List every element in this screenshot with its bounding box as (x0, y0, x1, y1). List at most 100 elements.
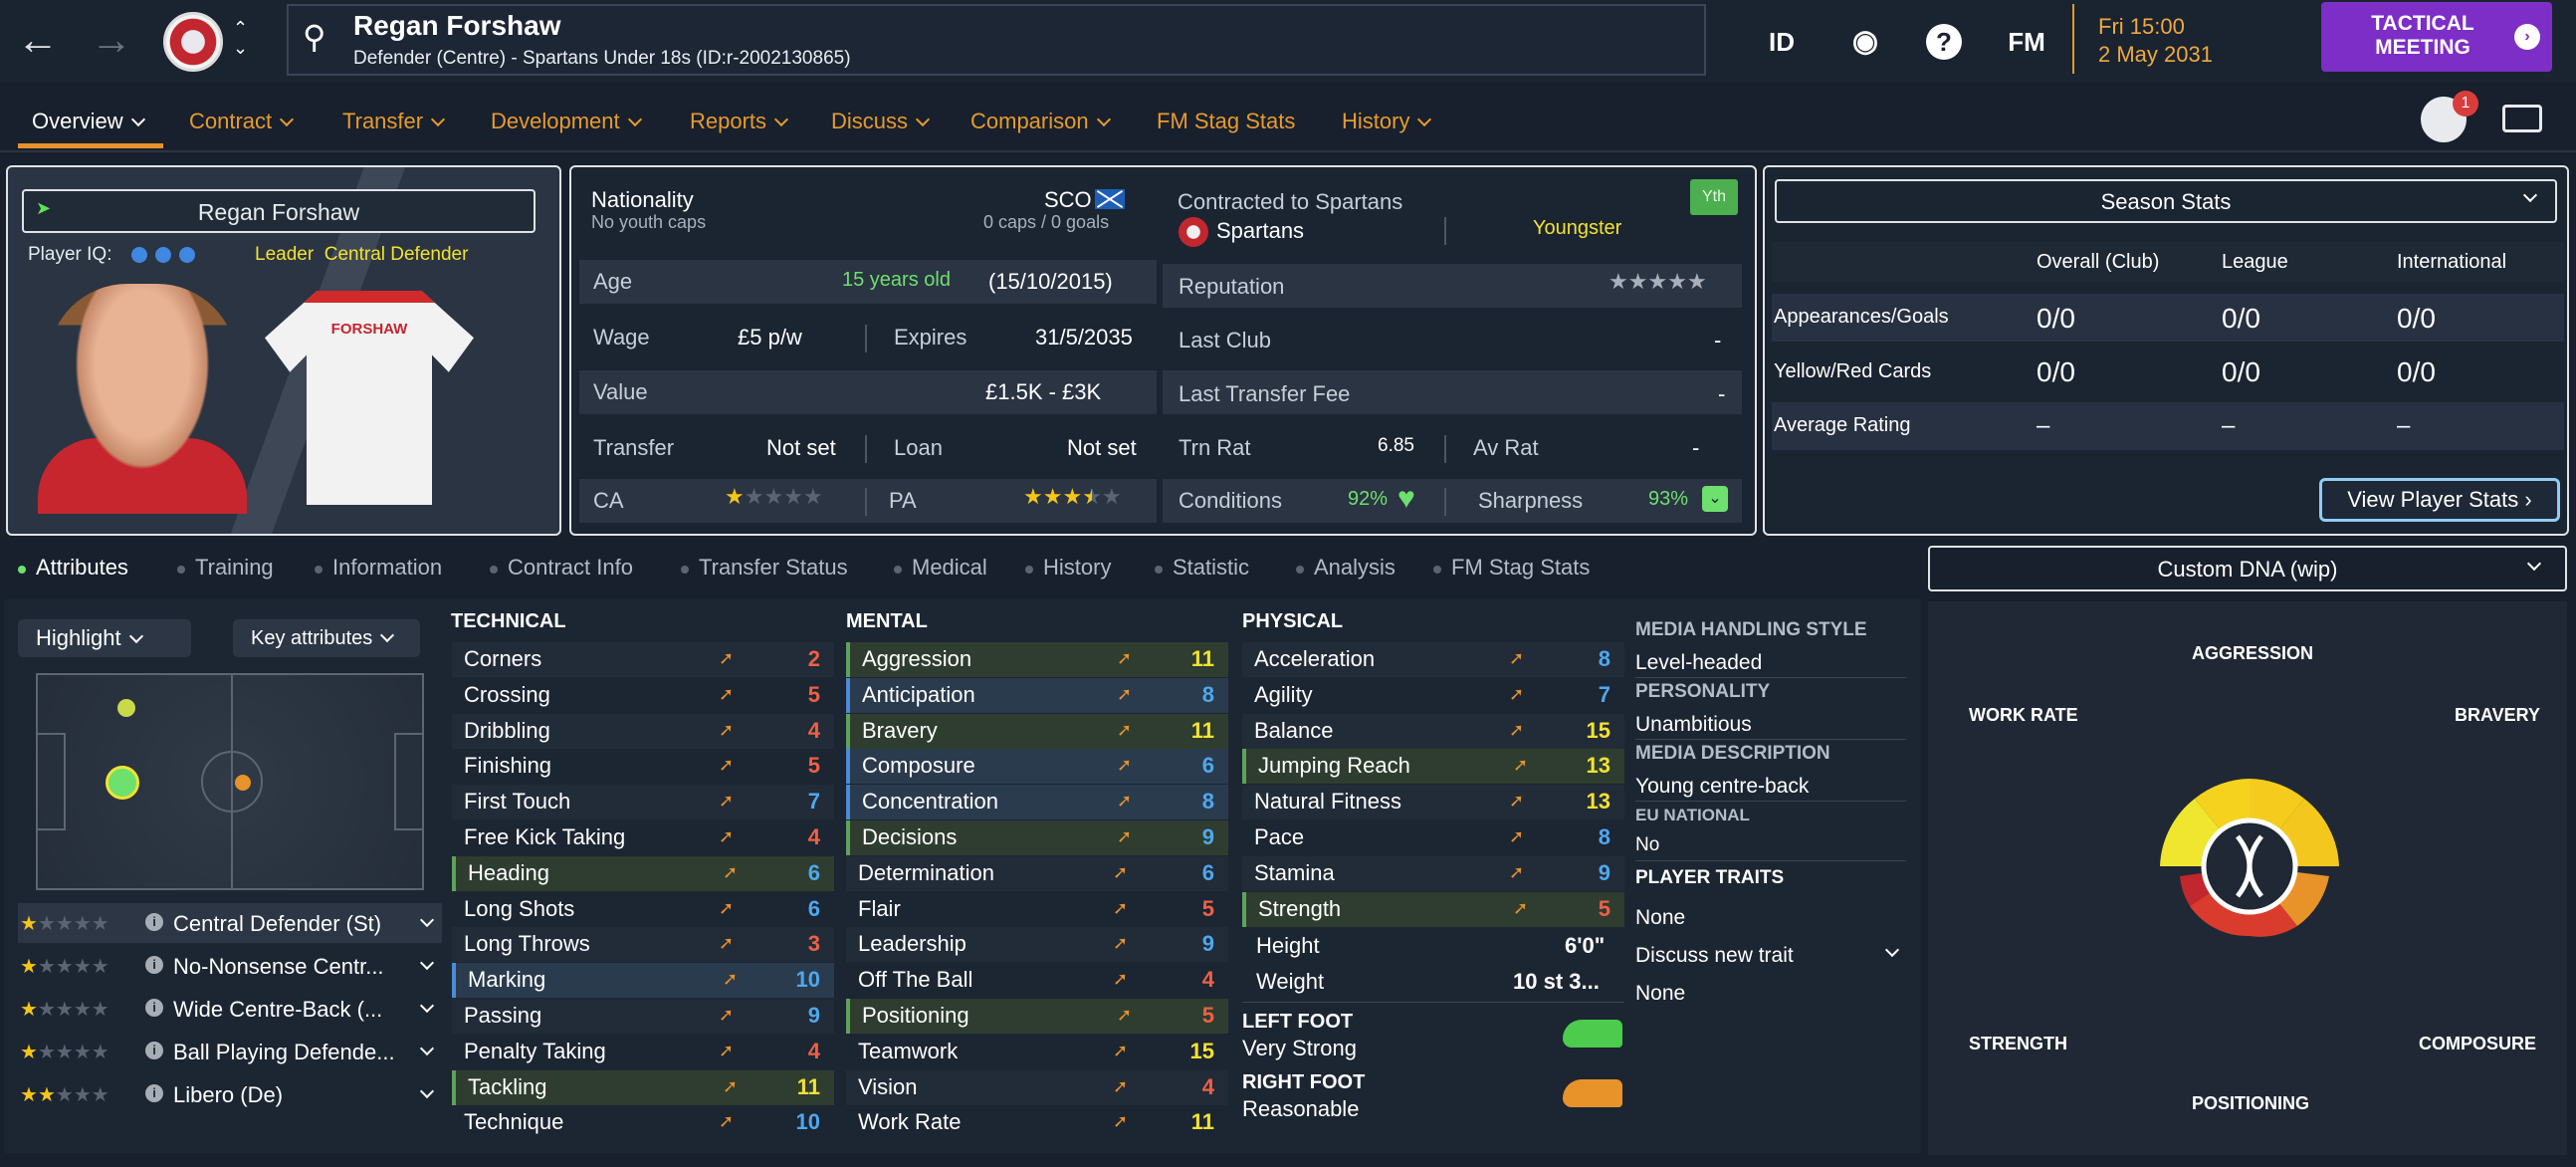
globe-icon[interactable]: ◉ (1847, 22, 1883, 62)
info-icon[interactable]: i (145, 999, 163, 1017)
season-row-label: Appearances/Goals (1774, 306, 1949, 328)
attribute-row-technique[interactable]: Technique ➚ 10 (452, 1105, 834, 1140)
personality-label: PERSONALITY (1635, 681, 1771, 702)
menu-contract[interactable]: Contract (189, 109, 295, 134)
menu-history[interactable]: History (1342, 109, 1432, 134)
attribute-row-finishing[interactable]: Finishing ➚ 5 (452, 749, 834, 784)
season-stats-dropdown[interactable]: Season Stats (1775, 179, 2557, 223)
info-icon[interactable]: i (145, 956, 163, 974)
attribute-row-pace[interactable]: Pace ➚ 8 (1242, 820, 1624, 855)
attribute-row-heading[interactable]: Heading ➚ 6 (452, 855, 834, 891)
tab-information[interactable]: Information (332, 555, 442, 581)
location-arrow-icon[interactable]: ➤ (36, 198, 62, 224)
attribute-row-anticipation[interactable]: Anticipation ➚ 8 (846, 677, 1228, 713)
trend-arrow-icon: ➚ (719, 791, 735, 812)
monitor-icon[interactable] (2502, 105, 2542, 132)
id-icon[interactable]: ID (1764, 22, 1800, 62)
attribute-row-marking[interactable]: Marking ➚ 10 (452, 963, 834, 999)
tab-contract-info[interactable]: Contract Info (508, 555, 633, 581)
attribute-row-leadership[interactable]: Leadership ➚ 9 (846, 927, 1228, 963)
dna-dropdown[interactable]: Custom DNA (wip) (1928, 546, 2567, 591)
attribute-value: 8 (1598, 824, 1610, 849)
attribute-row-bravery[interactable]: Bravery ➚ 11 (846, 713, 1228, 749)
position-rating-row[interactable]: ★★★★★ i Central Defender (St) (18, 903, 442, 943)
attribute-row-passing[interactable]: Passing ➚ 9 (452, 999, 834, 1034)
attribute-row-composure[interactable]: Composure ➚ 6 (846, 749, 1228, 785)
info-icon[interactable]: i (145, 1042, 163, 1059)
tab-transfer-status[interactable]: Transfer Status (699, 555, 848, 581)
search-icon[interactable]: ⚲ (303, 18, 338, 55)
attribute-row-strength[interactable]: Strength ➚ 5 (1242, 891, 1624, 927)
attribute-row-teamwork[interactable]: Teamwork ➚ 15 (846, 1035, 1228, 1069)
attribute-row-vision[interactable]: Vision ➚ 4 (846, 1069, 1228, 1105)
attribute-row-first-touch[interactable]: First Touch ➚ 7 (452, 785, 834, 820)
club-name[interactable]: Spartans (1216, 218, 1304, 244)
attribute-row-jumping-reach[interactable]: Jumping Reach ➚ 13 (1242, 749, 1624, 785)
menu-discuss[interactable]: Discuss (831, 109, 931, 134)
attribute-row-decisions[interactable]: Decisions ➚ 9 (846, 820, 1228, 855)
tab-statistic[interactable]: Statistic (1173, 555, 1249, 581)
view-player-stats-button[interactable]: View Player Stats › (2319, 478, 2560, 522)
attribute-value: 5 (1201, 895, 1214, 921)
attribute-row-crossing[interactable]: Crossing ➚ 5 (452, 678, 834, 713)
info-icon[interactable]: i (145, 913, 163, 931)
trend-arrow-icon: ➚ (1509, 861, 1525, 882)
date-time-box[interactable]: Fri 15:00 2 May 2031 (2072, 4, 2301, 74)
tactical-meeting-button[interactable]: TACTICAL MEETING › (2321, 2, 2552, 72)
tab-attributes[interactable]: Attributes (36, 555, 128, 581)
help-icon[interactable]: ? (1926, 24, 1962, 60)
tab-training[interactable]: Training (195, 555, 274, 581)
attribute-row-concentration[interactable]: Concentration ➚ 8 (846, 785, 1228, 820)
season-row-label: Average Rating (1774, 414, 1911, 436)
fm-icon[interactable]: FM (2005, 22, 2048, 62)
attribute-value: 8 (1598, 646, 1610, 671)
club-crest[interactable] (163, 12, 223, 72)
position-rating-row[interactable]: ★★★★★ i Libero (De) (18, 1074, 442, 1114)
menu-fm-stag-stats[interactable]: FM Stag Stats (1157, 109, 1295, 134)
attribute-row-dribbling[interactable]: Dribbling ➚ 4 (452, 713, 834, 749)
trend-arrow-icon: ➚ (1113, 1075, 1129, 1096)
menu-overview[interactable]: Overview (32, 109, 145, 134)
menu-transfer[interactable]: Transfer (342, 109, 446, 134)
attribute-row-stamina[interactable]: Stamina ➚ 9 (1242, 855, 1624, 891)
position-rating-row[interactable]: ★★★★★ i Wide Centre-Back (... (18, 989, 442, 1029)
attribute-row-balance[interactable]: Balance ➚ 15 (1242, 713, 1624, 749)
tab-history[interactable]: History (1043, 555, 1111, 581)
attribute-row-natural-fitness[interactable]: Natural Fitness ➚ 13 (1242, 785, 1624, 820)
attribute-row-acceleration[interactable]: Acceleration ➚ 8 (1242, 642, 1624, 677)
attribute-row-work-rate[interactable]: Work Rate ➚ 11 (846, 1105, 1228, 1140)
crest-updown-icon[interactable]: ⌃ ⌄ (233, 18, 248, 58)
attribute-row-long-throws[interactable]: Long Throws ➚ 3 (452, 927, 834, 963)
attribute-row-aggression[interactable]: Aggression ➚ 11 (846, 642, 1228, 677)
tab-analysis[interactable]: Analysis (1314, 555, 1395, 581)
forward-arrow-icon[interactable]: → (90, 18, 133, 62)
technical-heading: TECHNICAL (451, 610, 566, 632)
back-arrow-icon[interactable]: ← (16, 18, 60, 62)
trend-arrow-icon: ➚ (719, 1040, 735, 1060)
menu-comparison[interactable]: Comparison (970, 109, 1111, 134)
attribute-row-corners[interactable]: Corners ➚ 2 (452, 642, 834, 677)
info-icon[interactable]: i (145, 1084, 163, 1102)
attribute-row-determination[interactable]: Determination ➚ 6 (846, 855, 1228, 891)
tab-fm-stag-stats[interactable]: FM Stag Stats (1451, 555, 1590, 581)
nationality-code: SCO (1044, 187, 1092, 212)
tab-medical[interactable]: Medical (912, 555, 987, 581)
attribute-row-penalty-taking[interactable]: Penalty Taking ➚ 4 (452, 1035, 834, 1069)
attribute-row-long-shots[interactable]: Long Shots ➚ 6 (452, 892, 834, 927)
attribute-row-positioning[interactable]: Positioning ➚ 5 (846, 999, 1228, 1034)
media-style-label: MEDIA HANDLING STYLE (1635, 619, 1867, 640)
menu-reports[interactable]: Reports (690, 109, 789, 134)
discuss-trait-dropdown[interactable]: Discuss new trait (1635, 944, 1794, 968)
key-attributes-dropdown[interactable]: Key attributes (233, 619, 420, 657)
chevron-down-icon[interactable] (1877, 942, 1900, 964)
attribute-row-free-kick-taking[interactable]: Free Kick Taking ➚ 4 (452, 820, 834, 855)
position-rating-row[interactable]: ★★★★★ i Ball Playing Defende... (18, 1032, 442, 1071)
attribute-row-flair[interactable]: Flair ➚ 5 (846, 892, 1228, 927)
menu-development[interactable]: Development (491, 109, 642, 134)
attribute-row-off-the-ball[interactable]: Off The Ball ➚ 4 (846, 963, 1228, 998)
highlight-dropdown[interactable]: Highlight (18, 619, 191, 657)
position-rating-row[interactable]: ★★★★★ i No-Nonsense Centr... (18, 946, 442, 986)
attribute-name: Penalty Taking (464, 1038, 606, 1063)
attribute-row-tackling[interactable]: Tackling ➚ 11 (452, 1069, 834, 1105)
attribute-row-agility[interactable]: Agility ➚ 7 (1242, 678, 1624, 713)
